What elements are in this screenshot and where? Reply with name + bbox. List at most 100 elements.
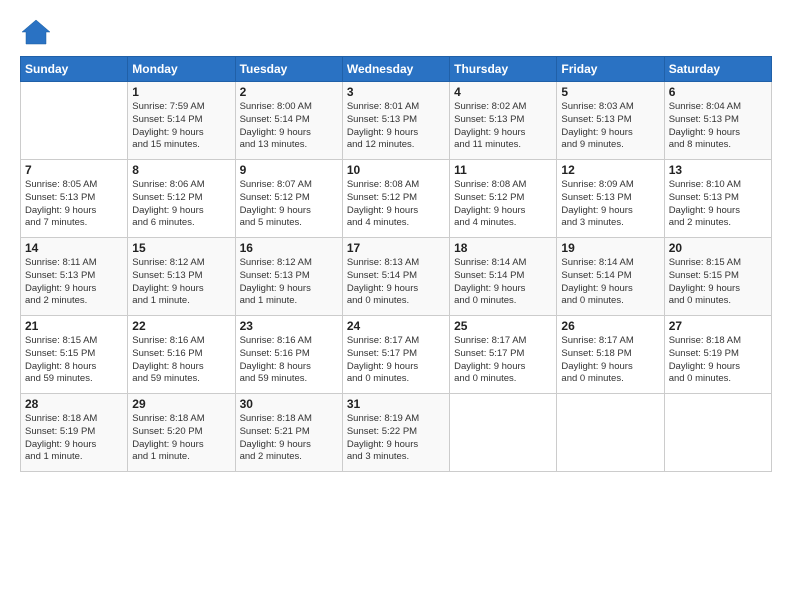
day-info: Sunrise: 8:01 AM Sunset: 5:13 PM Dayligh…: [347, 101, 445, 152]
calendar-cell: 17 Sunrise: 8:13 AM Sunset: 5:14 PM Dayli…: [342, 238, 449, 316]
day-number: 24: [347, 319, 445, 333]
day-info: Sunrise: 8:11 AM Sunset: 5:13 PM Dayligh…: [25, 257, 123, 308]
day-number: 18: [454, 241, 552, 255]
day-info: Sunrise: 8:14 AM Sunset: 5:14 PM Dayligh…: [561, 257, 659, 308]
day-info: Sunrise: 8:18 AM Sunset: 5:20 PM Dayligh…: [132, 413, 230, 464]
calendar-cell: 23 Sunrise: 8:16 AM Sunset: 5:16 PM Dayli…: [235, 316, 342, 394]
weekday-header-friday: Friday: [557, 57, 664, 82]
calendar-cell: 24Sunrise: 8:17 AM Sunset: 5:17 PM Dayli…: [342, 316, 449, 394]
day-info: Sunrise: 8:03 AM Sunset: 5:13 PM Dayligh…: [561, 101, 659, 152]
day-number: 13: [669, 163, 767, 177]
day-number: 4: [454, 85, 552, 99]
calendar-week-2: 7 Sunrise: 8:05 AM Sunset: 5:13 PM Daylig…: [21, 160, 772, 238]
calendar-cell: 6 Sunrise: 8:04 AM Sunset: 5:13 PM Daylig…: [664, 82, 771, 160]
calendar-header: SundayMondayTuesdayWednesdayThursdayFrid…: [21, 57, 772, 82]
day-number: 23: [240, 319, 338, 333]
day-number: 17: [347, 241, 445, 255]
calendar-cell: 10 Sunrise: 8:08 AM Sunset: 5:12 PM Dayli…: [342, 160, 449, 238]
weekday-header-tuesday: Tuesday: [235, 57, 342, 82]
day-number: 30: [240, 397, 338, 411]
calendar-cell: 7 Sunrise: 8:05 AM Sunset: 5:13 PM Daylig…: [21, 160, 128, 238]
day-number: 19: [561, 241, 659, 255]
day-number: 12: [561, 163, 659, 177]
day-info: Sunrise: 8:02 AM Sunset: 5:13 PM Dayligh…: [454, 101, 552, 152]
day-number: 7: [25, 163, 123, 177]
calendar-cell: 29Sunrise: 8:18 AM Sunset: 5:20 PM Dayli…: [128, 394, 235, 472]
day-info: Sunrise: 8:06 AM Sunset: 5:12 PM Dayligh…: [132, 179, 230, 230]
calendar-cell: 21 Sunrise: 8:15 AM Sunset: 5:15 PM Dayli…: [21, 316, 128, 394]
day-number: 11: [454, 163, 552, 177]
calendar-table: SundayMondayTuesdayWednesdayThursdayFrid…: [20, 56, 772, 472]
logo-icon: [20, 18, 52, 46]
day-info: Sunrise: 8:17 AM Sunset: 5:17 PM Dayligh…: [454, 335, 552, 386]
calendar-cell: 28Sunrise: 8:18 AM Sunset: 5:19 PM Dayli…: [21, 394, 128, 472]
calendar-week-1: 1Sunrise: 7:59 AM Sunset: 5:14 PM Daylig…: [21, 82, 772, 160]
day-info: Sunrise: 8:07 AM Sunset: 5:12 PM Dayligh…: [240, 179, 338, 230]
day-number: 14: [25, 241, 123, 255]
calendar-cell: 18Sunrise: 8:14 AM Sunset: 5:14 PM Dayli…: [450, 238, 557, 316]
day-info: Sunrise: 8:18 AM Sunset: 5:19 PM Dayligh…: [669, 335, 767, 386]
logo: [20, 18, 55, 46]
day-number: 15: [132, 241, 230, 255]
calendar-cell: 22Sunrise: 8:16 AM Sunset: 5:16 PM Dayli…: [128, 316, 235, 394]
day-number: 8: [132, 163, 230, 177]
calendar-cell: 5 Sunrise: 8:03 AM Sunset: 5:13 PM Daylig…: [557, 82, 664, 160]
calendar-cell: 8 Sunrise: 8:06 AM Sunset: 5:12 PM Daylig…: [128, 160, 235, 238]
day-number: 9: [240, 163, 338, 177]
calendar-week-3: 14 Sunrise: 8:11 AM Sunset: 5:13 PM Dayli…: [21, 238, 772, 316]
day-info: Sunrise: 8:10 AM Sunset: 5:13 PM Dayligh…: [669, 179, 767, 230]
day-info: Sunrise: 8:15 AM Sunset: 5:15 PM Dayligh…: [669, 257, 767, 308]
day-number: 22: [132, 319, 230, 333]
day-info: Sunrise: 8:15 AM Sunset: 5:15 PM Dayligh…: [25, 335, 123, 386]
calendar-cell: 19 Sunrise: 8:14 AM Sunset: 5:14 PM Dayli…: [557, 238, 664, 316]
day-number: 25: [454, 319, 552, 333]
calendar-cell: 9 Sunrise: 8:07 AM Sunset: 5:12 PM Daylig…: [235, 160, 342, 238]
day-info: Sunrise: 8:18 AM Sunset: 5:21 PM Dayligh…: [240, 413, 338, 464]
day-number: 10: [347, 163, 445, 177]
calendar-cell: 16 Sunrise: 8:12 AM Sunset: 5:13 PM Dayli…: [235, 238, 342, 316]
calendar-cell: [21, 82, 128, 160]
day-info: Sunrise: 8:18 AM Sunset: 5:19 PM Dayligh…: [25, 413, 123, 464]
calendar-cell: 14 Sunrise: 8:11 AM Sunset: 5:13 PM Dayli…: [21, 238, 128, 316]
day-info: Sunrise: 8:16 AM Sunset: 5:16 PM Dayligh…: [240, 335, 338, 386]
day-info: Sunrise: 8:12 AM Sunset: 5:13 PM Dayligh…: [240, 257, 338, 308]
day-info: Sunrise: 7:59 AM Sunset: 5:14 PM Dayligh…: [132, 101, 230, 152]
day-number: 2: [240, 85, 338, 99]
day-number: 21: [25, 319, 123, 333]
calendar-cell: 31Sunrise: 8:19 AM Sunset: 5:22 PM Dayli…: [342, 394, 449, 472]
day-info: Sunrise: 8:04 AM Sunset: 5:13 PM Dayligh…: [669, 101, 767, 152]
calendar-cell: 11 Sunrise: 8:08 AM Sunset: 5:12 PM Dayli…: [450, 160, 557, 238]
day-number: 20: [669, 241, 767, 255]
calendar-cell: 1Sunrise: 7:59 AM Sunset: 5:14 PM Daylig…: [128, 82, 235, 160]
weekday-header-sunday: Sunday: [21, 57, 128, 82]
calendar-cell: [664, 394, 771, 472]
day-number: 31: [347, 397, 445, 411]
day-info: Sunrise: 8:00 AM Sunset: 5:14 PM Dayligh…: [240, 101, 338, 152]
day-info: Sunrise: 8:12 AM Sunset: 5:13 PM Dayligh…: [132, 257, 230, 308]
calendar-cell: 2 Sunrise: 8:00 AM Sunset: 5:14 PM Daylig…: [235, 82, 342, 160]
day-number: 6: [669, 85, 767, 99]
calendar-cell: 12 Sunrise: 8:09 AM Sunset: 5:13 PM Dayli…: [557, 160, 664, 238]
day-number: 27: [669, 319, 767, 333]
day-info: Sunrise: 8:09 AM Sunset: 5:13 PM Dayligh…: [561, 179, 659, 230]
day-number: 5: [561, 85, 659, 99]
calendar-cell: 13 Sunrise: 8:10 AM Sunset: 5:13 PM Dayli…: [664, 160, 771, 238]
calendar-cell: 27 Sunrise: 8:18 AM Sunset: 5:19 PM Dayli…: [664, 316, 771, 394]
day-info: Sunrise: 8:08 AM Sunset: 5:12 PM Dayligh…: [347, 179, 445, 230]
calendar-cell: 3 Sunrise: 8:01 AM Sunset: 5:13 PM Daylig…: [342, 82, 449, 160]
day-number: 3: [347, 85, 445, 99]
calendar-cell: 30 Sunrise: 8:18 AM Sunset: 5:21 PM Dayli…: [235, 394, 342, 472]
calendar-cell: 15 Sunrise: 8:12 AM Sunset: 5:13 PM Dayli…: [128, 238, 235, 316]
weekday-header-wednesday: Wednesday: [342, 57, 449, 82]
calendar-cell: [557, 394, 664, 472]
day-number: 16: [240, 241, 338, 255]
day-info: Sunrise: 8:08 AM Sunset: 5:12 PM Dayligh…: [454, 179, 552, 230]
calendar-body: 1Sunrise: 7:59 AM Sunset: 5:14 PM Daylig…: [21, 82, 772, 472]
header: [20, 18, 772, 46]
calendar-cell: [450, 394, 557, 472]
calendar-cell: 20 Sunrise: 8:15 AM Sunset: 5:15 PM Dayli…: [664, 238, 771, 316]
calendar-week-4: 21 Sunrise: 8:15 AM Sunset: 5:15 PM Dayli…: [21, 316, 772, 394]
day-info: Sunrise: 8:13 AM Sunset: 5:14 PM Dayligh…: [347, 257, 445, 308]
day-info: Sunrise: 8:05 AM Sunset: 5:13 PM Dayligh…: [25, 179, 123, 230]
calendar-cell: 26Sunrise: 8:17 AM Sunset: 5:18 PM Dayli…: [557, 316, 664, 394]
